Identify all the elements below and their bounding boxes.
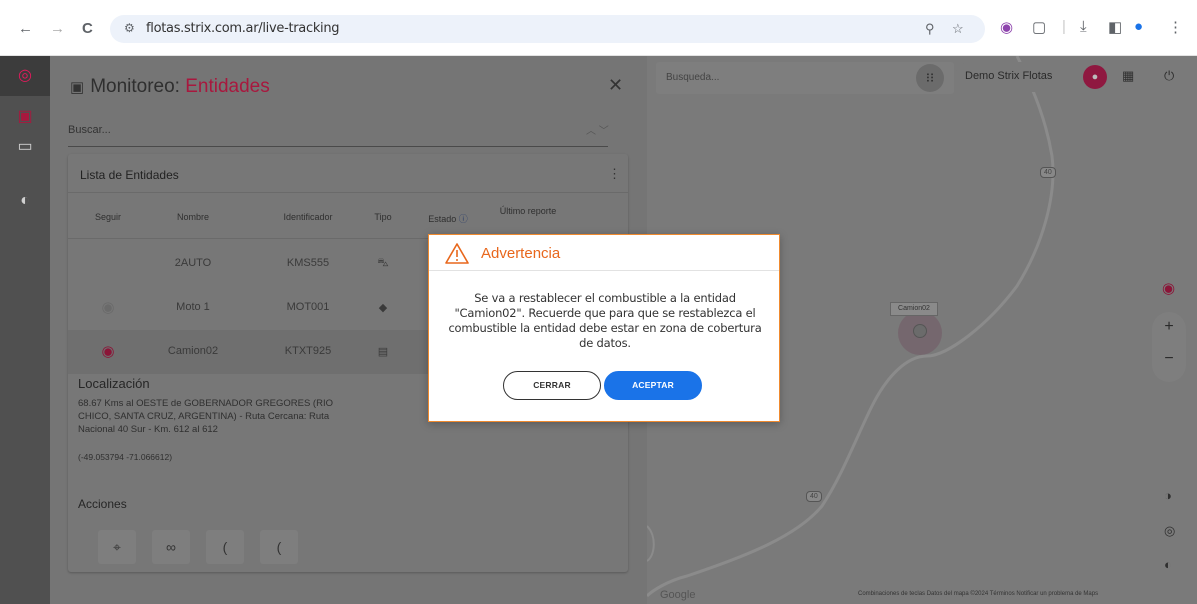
search-nav-arrows[interactable]: ︿ ﹀ [586,122,609,137]
globe-icon[interactable]: ◐ [1164,557,1172,572]
entity-name: Moto 1 [176,301,210,313]
screen-alert-icon[interactable]: ▭ [0,136,50,156]
route-label: 40 [1040,167,1056,178]
motorcycle-icon: ◆ [378,302,388,314]
divider: | [1062,18,1066,35]
follow-toggle-icon[interactable]: ◉ [78,342,138,360]
zoom-out-button[interactable]: − [1152,350,1186,368]
entity-id: MOT001 [286,301,330,313]
zoom-icon[interactable]: ⚲ [925,21,935,37]
browser-toolbar: ← → C ⚙ flotas.strix.com.ar/live-trackin… [0,0,1197,56]
actions-heading: Acciones [78,497,127,511]
avatar[interactable]: ● [1083,65,1107,89]
warning-icon [445,243,469,264]
column-header-last-report[interactable]: Último reporte [493,206,563,216]
building-icon[interactable]: ▦ [1122,68,1134,84]
globe-icon[interactable]: ◐ [0,192,50,210]
app-sidebar: ◎ ▣ ▭ ◐ [0,56,50,604]
eye-icon[interactable]: ◉ [1162,279,1175,297]
browser-menu-icon[interactable]: ⋮ [1168,18,1183,36]
side-panel-icon[interactable]: ◧ [1108,18,1122,36]
bus-icon[interactable]: ▣ [0,106,50,126]
bookmark-star-icon[interactable]: ☆ [952,21,964,37]
layers-icon[interactable]: ◎ [1164,523,1175,539]
toggle-icon[interactable]: ◑ [1164,488,1172,503]
vehicle-label[interactable]: Camion02 [890,302,938,316]
column-header-name[interactable]: Nombre [148,212,238,222]
extensions-puzzle-icon[interactable]: ▢ [1032,18,1046,36]
dialog-title: Advertencia [481,245,561,262]
accept-button[interactable]: ACEPTAR [604,371,702,400]
list-title: Lista de Entidades [80,168,179,182]
location-text: 68.67 Kms al OESTE de GOBERNADOR GREGORE… [78,398,333,435]
site-info-icon[interactable]: ⚙ [124,21,135,35]
column-header-follow[interactable]: Seguir [78,212,138,222]
user-name: Demo Strix Flotas [965,70,1053,82]
bus-icon: ▣ [70,79,85,96]
location-coords: (-49.053794 -71.066612) [78,452,173,462]
location-heading: Localización [78,376,150,391]
follow-toggle-icon[interactable]: ◉ [78,298,138,316]
dialog-message: Se va a restablecer el combustible a la … [448,291,762,350]
route-pin-icon[interactable]: ⌖ [98,530,136,564]
user-menu[interactable]: Demo Strix Flotas ● [955,62,1107,92]
address-bar[interactable]: ⚙ flotas.strix.com.ar/live-tracking ⚲ ☆ [110,15,985,43]
forward-button[interactable]: → [50,20,65,37]
google-logo: Google [660,589,696,601]
back-button[interactable]: ← [18,20,33,37]
entity-id: KTXT925 [284,345,332,357]
zoom-control: + − [1152,312,1186,382]
profile-icon[interactable]: ● [1134,18,1143,35]
more-vert-icon[interactable]: ⋮ [608,166,621,182]
divider [68,192,628,193]
search-underline [68,146,608,147]
warning-dialog: Advertencia Se va a restablecer el combu… [428,234,780,422]
apps-grid-icon[interactable]: ⁝⁝ [916,64,944,92]
location-target-icon[interactable]: ◎ [0,56,50,96]
close-icon[interactable]: ✕ [608,75,623,96]
panel-title-prefix: Monitoreo: [90,76,186,97]
reload-button[interactable]: C [82,20,93,37]
entity-name: Camion02 [167,345,219,357]
moon-icon[interactable]: ( [260,530,298,564]
dialog-header: Advertencia [429,235,779,271]
cancel-button[interactable]: CERRAR [503,371,601,400]
entity-name: 2AUTO [174,257,212,269]
fuel-reset-icon[interactable]: ∞ [152,530,190,564]
moon-icon[interactable]: ( [206,530,244,564]
power-icon[interactable]: ⏻ [1164,68,1174,84]
map-search-bar[interactable]: Busqueda... ⁝⁝ [656,62,954,94]
vehicle-marker[interactable] [913,324,927,338]
truck-icon: ▤ [377,346,389,358]
column-header-identifier[interactable]: Identificador [258,212,358,222]
entity-id: KMS555 [286,257,330,269]
panel-title: ▣ Monitoreo: Entidades [70,76,270,98]
extension-icon[interactable]: ◉ [1000,18,1013,36]
car-icon: ⛍ [377,257,389,269]
info-icon[interactable]: ⓘ [459,214,468,224]
search-input[interactable]: Buscar... [68,124,111,136]
column-header-type[interactable]: Tipo [363,212,403,222]
zoom-in-button[interactable]: + [1152,318,1186,336]
route-label: 40 [806,491,822,502]
status-label: Estado [428,214,457,224]
map-search-input[interactable]: Busqueda... [666,72,719,83]
panel-title-accent: Entidades [185,76,270,97]
map-footer[interactable]: Combinaciones de teclas Datos del mapa ©… [858,591,1098,597]
url-text[interactable]: flotas.strix.com.ar/live-tracking [146,21,340,36]
download-icon[interactable]: ⤓ [1080,18,1087,35]
column-header-status[interactable]: Estado ⓘ [413,212,483,225]
